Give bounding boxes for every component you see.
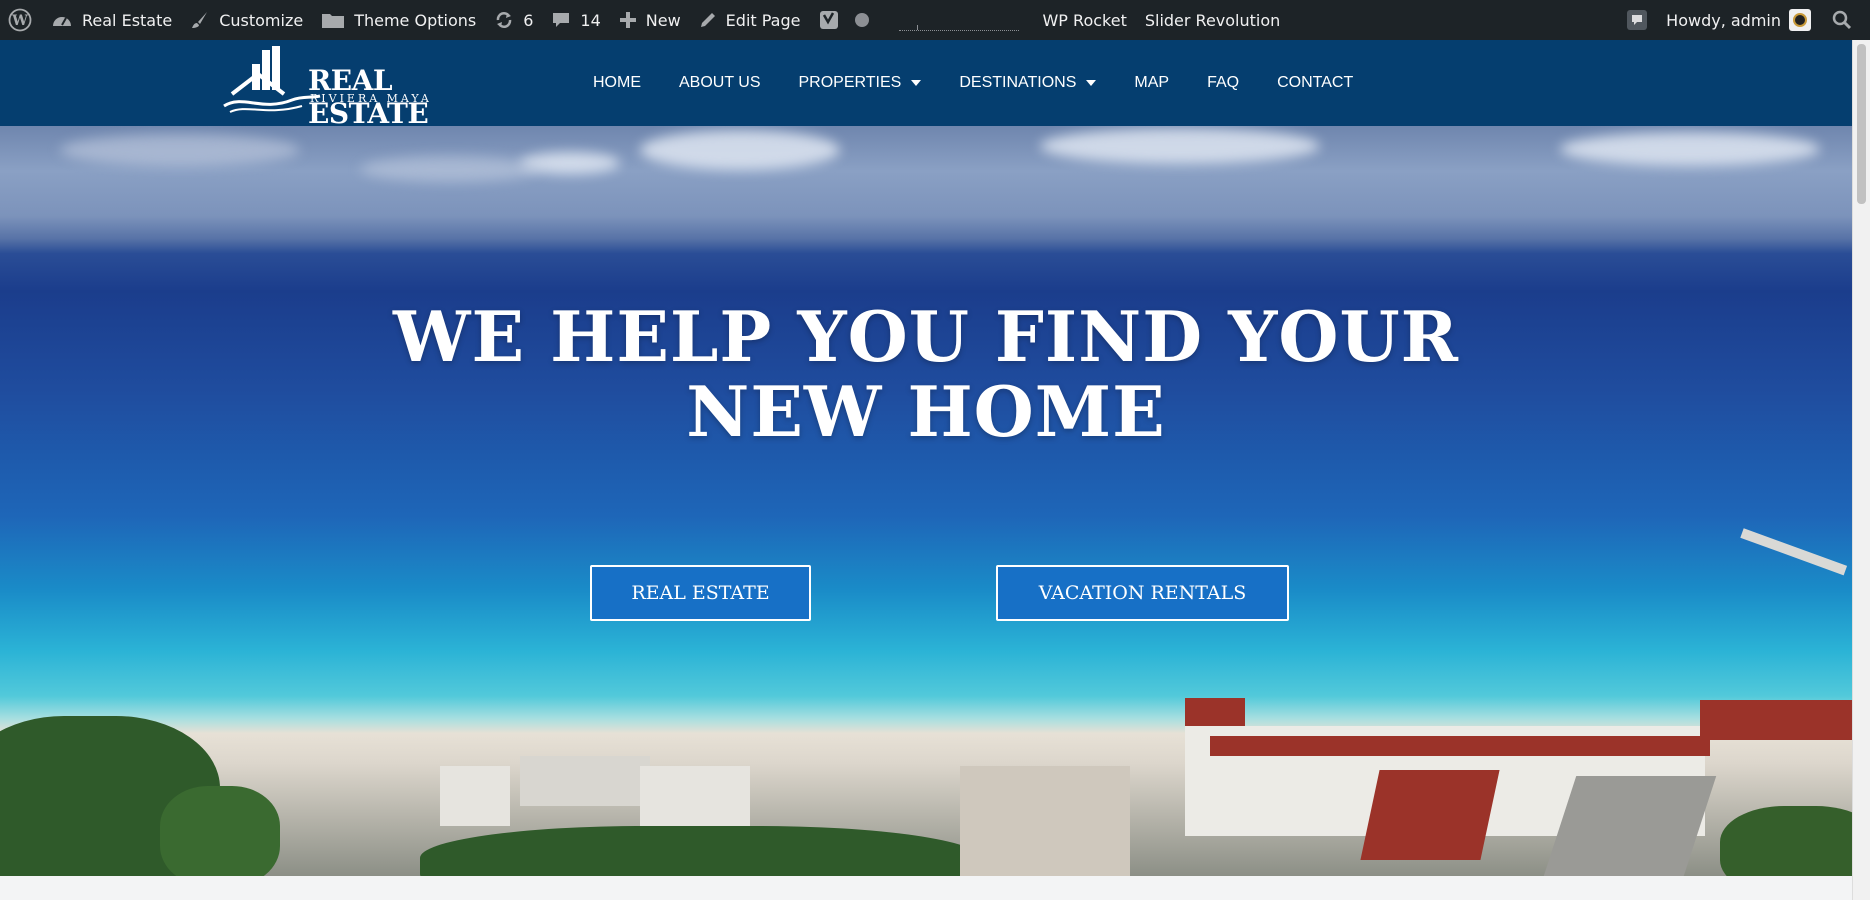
real-estate-button[interactable]: REAL ESTATE: [590, 565, 811, 621]
admin-customize[interactable]: Customize: [181, 0, 312, 40]
avatar: [1789, 9, 1811, 31]
caret-down-icon: [1086, 80, 1097, 86]
nav-home[interactable]: HOME: [574, 74, 660, 92]
admin-comments[interactable]: 14: [542, 0, 609, 40]
nav-map-label: MAP: [1134, 74, 1170, 91]
folder-icon: [321, 10, 345, 30]
comments-count: 14: [580, 10, 601, 30]
howdy-label: Howdy, admin: [1666, 10, 1781, 30]
page-scrollbar[interactable]: [1852, 40, 1870, 900]
site-logo[interactable]: REAL ESTATE RIVIERA MAYA: [222, 44, 478, 130]
nav-contact-label: CONTACT: [1277, 74, 1354, 91]
paintbrush-icon: [190, 10, 210, 30]
theme-options-label: Theme Options: [354, 10, 477, 30]
nav-map[interactable]: MAP: [1115, 74, 1188, 92]
admin-updates[interactable]: 6: [485, 0, 542, 40]
comment-bubble-icon: [551, 10, 571, 30]
nav-home-label: HOME: [593, 74, 641, 91]
admin-account[interactable]: Howdy, admin: [1657, 0, 1823, 40]
hero-title-line-2: NEW HOME: [686, 372, 1166, 453]
site-name-label: Real Estate: [82, 10, 173, 30]
admin-theme-options[interactable]: Theme Options: [312, 0, 485, 40]
wordpress-logo-icon[interactable]: W: [0, 0, 42, 40]
logo-buildings-icon: [223, 46, 321, 113]
plus-icon: [619, 11, 637, 29]
edit-page-label: Edit Page: [725, 10, 801, 30]
notification-icon[interactable]: [1617, 0, 1657, 40]
nav-properties-label: PROPERTIES: [798, 74, 902, 91]
hero-title-line-1: WE HELP YOU FIND YOUR: [393, 297, 1459, 378]
new-label: New: [645, 10, 681, 30]
scrollbar-thumb[interactable]: [1857, 44, 1866, 204]
hero-title: WE HELP YOU FIND YOUR NEW HOME: [0, 300, 1852, 450]
wp-admin-bar: W Real Estate Customize Theme Options 6 …: [0, 0, 1870, 40]
nav-faq-label: FAQ: [1207, 74, 1240, 91]
seo-status-dot-icon: [855, 13, 870, 27]
admin-site-name[interactable]: Real Estate: [42, 0, 181, 40]
nav-faq[interactable]: FAQ: [1188, 74, 1258, 92]
pencil-icon: [699, 11, 717, 29]
admin-slider-revolution[interactable]: Slider Revolution: [1136, 0, 1289, 40]
nav-properties[interactable]: PROPERTIES: [780, 74, 941, 92]
nav-about-label: ABOUT US: [679, 74, 761, 91]
svg-text:W: W: [11, 13, 28, 29]
admin-edit-page[interactable]: Edit Page: [690, 0, 810, 40]
nav-destinations-label: DESTINATIONS: [959, 74, 1077, 91]
main-nav: HOME ABOUT US PROPERTIES DESTINATIONS MA…: [574, 40, 1372, 126]
caret-down-icon: [911, 80, 922, 86]
search-icon[interactable]: [1823, 0, 1870, 40]
slider-revolution-label: Slider Revolution: [1144, 10, 1281, 30]
logo-subtext: RIVIERA MAYA: [310, 92, 432, 105]
nav-destinations[interactable]: DESTINATIONS: [940, 74, 1115, 92]
yoast-seo-icon[interactable]: [809, 0, 849, 40]
hero-slider: WE HELP YOU FIND YOUR NEW HOME REAL ESTA…: [0, 126, 1852, 876]
vacation-rentals-button[interactable]: VACATION RENTALS: [996, 565, 1289, 621]
site-header: REAL ESTATE RIVIERA MAYA HOME ABOUT US P…: [0, 40, 1852, 130]
admin-bar-progress-field[interactable]: [899, 15, 1020, 31]
customize-label: Customize: [219, 10, 304, 30]
nav-contact[interactable]: CONTACT: [1258, 74, 1372, 92]
admin-new[interactable]: New: [610, 0, 690, 40]
updates-count: 6: [523, 10, 534, 30]
admin-wp-rocket[interactable]: WP Rocket: [1033, 0, 1135, 40]
dashboard-icon: [51, 10, 73, 30]
nav-about-us[interactable]: ABOUT US: [660, 74, 780, 92]
updates-icon: [494, 10, 514, 30]
wp-rocket-label: WP Rocket: [1042, 10, 1127, 30]
